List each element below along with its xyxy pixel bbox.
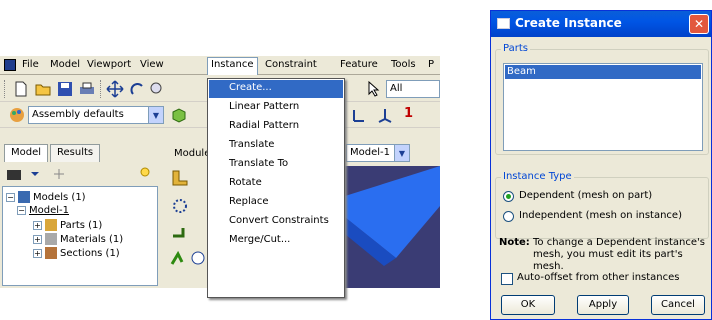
auto-offset-checkbox[interactable] [501, 273, 513, 285]
display-defaults-value: Assembly defaults [32, 109, 124, 120]
menu-model[interactable]: Model [50, 59, 80, 70]
menu-constraint[interactable]: Constraint [265, 59, 317, 70]
tree-label-parts: Parts (1) [60, 219, 103, 231]
menu-viewport[interactable]: Viewport [87, 59, 131, 70]
menu-feature[interactable]: Feature [340, 59, 378, 70]
tree-row-parts[interactable]: + Parts (1) [33, 219, 102, 231]
chevron-down-icon[interactable]: ▼ [148, 107, 163, 123]
tree-bulb-icon[interactable] [138, 166, 152, 182]
parts-list[interactable]: Beam [503, 63, 703, 151]
tree-row-sections[interactable]: + Sections (1) [33, 247, 120, 259]
rotate-icon[interactable] [128, 80, 146, 98]
menu-item-convert-constraints[interactable]: Convert Constraints [209, 213, 343, 231]
ok-button[interactable]: OK [501, 295, 555, 315]
collapse-icon[interactable]: − [17, 206, 26, 215]
menu-bar: File Model Viewport View Instance Constr… [0, 56, 440, 75]
create-instance-dialog: Create Instance ✕ Parts Beam Instance Ty… [490, 10, 712, 320]
tree-label-model1: Model-1 [29, 205, 69, 216]
toolbar-grip [4, 80, 6, 98]
tree-row-model1[interactable]: − Model-1 [17, 205, 69, 216]
parts-list-item[interactable]: Beam [505, 65, 701, 79]
app-icon[interactable] [4, 59, 16, 71]
model-combo-value: Model-1 [350, 147, 390, 158]
tree-label-sections: Sections (1) [60, 247, 120, 259]
axis-view-number[interactable]: 1 [404, 106, 413, 121]
module-label: Module [174, 148, 211, 159]
tree-label-materials: Materials (1) [60, 233, 124, 245]
window-icon [497, 18, 510, 29]
note-label: Note: [499, 237, 530, 248]
model-tree: − Models (1) − Model-1 + Parts (1) + Mat… [2, 186, 158, 286]
models-icon [18, 191, 30, 203]
tree-filter-icon[interactable] [6, 167, 24, 183]
menu-item-rotate[interactable]: Rotate [209, 175, 343, 193]
collapse-icon[interactable]: − [6, 192, 15, 202]
parts-legend: Parts [501, 43, 530, 54]
assembly-defaults-icon[interactable] [8, 106, 26, 124]
dialog-titlebar[interactable]: Create Instance ✕ [491, 11, 711, 37]
tree-expand-icon[interactable] [52, 167, 66, 181]
menu-item-translate-to[interactable]: Translate To [209, 156, 343, 174]
axis-view-icon[interactable] [376, 106, 394, 124]
sections-icon [45, 247, 57, 259]
menu-item-linear-pattern[interactable]: Linear Pattern [209, 99, 343, 117]
render-style-icon[interactable] [170, 106, 188, 124]
tab-results[interactable]: Results [50, 144, 101, 162]
print-icon[interactable] [78, 80, 96, 98]
chevron-down-icon[interactable]: ▼ [394, 145, 409, 161]
constraint-tool-icon[interactable] [170, 248, 208, 268]
instance-menu: Create... Linear Pattern Radial Pattern … [207, 78, 345, 298]
magnify-icon[interactable] [148, 80, 166, 98]
menu-item-create[interactable]: Create... [209, 80, 343, 98]
expand-icon[interactable]: + [33, 248, 42, 258]
menu-item-radial-pattern[interactable]: Radial Pattern [209, 118, 343, 136]
cancel-button[interactable]: Cancel [651, 295, 705, 315]
tree-chevron-icon[interactable] [30, 169, 40, 179]
select-arrow-icon[interactable] [364, 80, 382, 98]
independent-radio[interactable] [503, 211, 514, 222]
menu-plugins[interactable]: P [428, 59, 434, 70]
tree-row-materials[interactable]: + Materials (1) [33, 233, 123, 245]
apply-button[interactable]: Apply [577, 295, 629, 315]
view-triad-icon[interactable] [350, 106, 368, 124]
selection-filter-value: All [390, 83, 403, 94]
parts-icon [45, 219, 57, 231]
dependent-label[interactable]: Dependent (mesh on part) [519, 190, 652, 201]
create-part-tool-icon[interactable] [170, 168, 190, 188]
selection-filter-combo[interactable]: All [386, 80, 440, 98]
independent-label[interactable]: Independent (mesh on instance) [519, 210, 682, 221]
pan-icon[interactable] [106, 80, 124, 98]
menu-item-translate[interactable]: Translate [209, 137, 343, 155]
display-defaults-combo[interactable]: Assembly defaults ▼ [28, 106, 164, 124]
model-tree-panel: Model Results − Models (1) − Model-1 + P… [0, 140, 160, 288]
instance-type-group [495, 177, 709, 239]
menu-item-replace[interactable]: Replace [209, 194, 343, 212]
expand-icon[interactable]: + [33, 220, 42, 230]
translate-tool-icon[interactable] [170, 222, 190, 242]
menu-instance[interactable]: Instance [207, 57, 258, 75]
tree-row-models[interactable]: − Models (1) [6, 191, 86, 203]
menu-view[interactable]: View [140, 59, 164, 70]
open-folder-icon[interactable] [34, 80, 52, 98]
auto-offset-label[interactable]: Auto-offset from other instances [517, 272, 680, 283]
materials-icon [45, 233, 57, 245]
dialog-title: Create Instance [515, 16, 622, 30]
menu-item-merge-cut[interactable]: Merge/Cut... [209, 232, 343, 250]
note-text: To change a Dependent instance's mesh, y… [533, 237, 705, 272]
toolbar-separator [100, 80, 102, 98]
close-icon[interactable]: ✕ [689, 14, 709, 34]
expand-icon[interactable]: + [33, 234, 42, 244]
instance-tool-icon[interactable] [170, 196, 190, 216]
model-combo[interactable]: Model-1 ▼ [346, 144, 410, 162]
menu-file[interactable]: File [22, 59, 39, 70]
new-file-icon[interactable] [12, 80, 30, 98]
instance-type-legend: Instance Type [501, 171, 574, 182]
save-icon[interactable] [56, 80, 74, 98]
tree-label-models: Models (1) [33, 191, 86, 203]
dependent-radio[interactable] [503, 191, 514, 202]
tab-model[interactable]: Model [4, 144, 49, 162]
menu-tools[interactable]: Tools [391, 59, 416, 70]
